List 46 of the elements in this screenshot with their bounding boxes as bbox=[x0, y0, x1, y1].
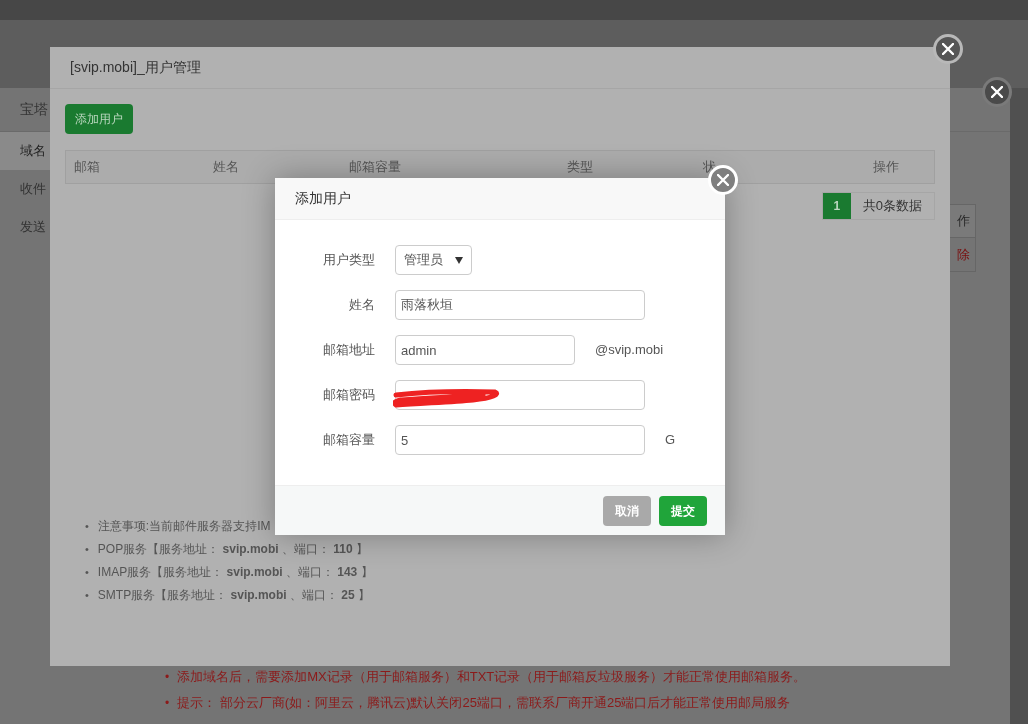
dialog-title: 添加用户 bbox=[295, 189, 351, 208]
add-user-button[interactable]: 添加用户 bbox=[65, 104, 133, 134]
sidebar-item[interactable]: 收件 bbox=[0, 170, 50, 208]
bullet: • bbox=[85, 519, 89, 534]
service-note: SMTP服务【服务地址： svip.mobi 、端口： 25 】 bbox=[97, 587, 370, 604]
sidebar-item[interactable]: 发送 bbox=[0, 208, 50, 246]
bullet: • bbox=[165, 695, 170, 711]
field-label: 邮箱密码 bbox=[322, 386, 375, 405]
field-label: 邮箱地址 bbox=[322, 341, 375, 360]
field-suffix: G bbox=[665, 431, 676, 450]
column-header: 类型 bbox=[567, 158, 594, 177]
service-note: IMAP服务【服务地址： svip.mobi 、端口： 143 】 bbox=[97, 564, 373, 581]
submit-button[interactable]: 提交 bbox=[659, 495, 707, 526]
column-header: 邮箱容量 bbox=[349, 158, 402, 177]
bullet: • bbox=[85, 542, 89, 557]
field-label: 邮箱容量 bbox=[322, 431, 375, 450]
dropdown-caret-icon bbox=[455, 256, 463, 264]
text-field[interactable]: 5 bbox=[395, 425, 645, 455]
modal-title: [svip.mobi]_用户管理 bbox=[70, 58, 201, 77]
column-header: 操作 bbox=[872, 158, 900, 177]
panel-title: 宝塔 bbox=[20, 100, 48, 119]
column-header: 姓名 bbox=[213, 158, 240, 177]
page-button[interactable]: 1 bbox=[822, 193, 851, 219]
close-icon bbox=[942, 43, 954, 55]
text-field[interactable]: admin bbox=[395, 335, 575, 365]
field-label: 用户类型 bbox=[322, 251, 375, 270]
field-label: 姓名 bbox=[348, 296, 375, 315]
bullet: • bbox=[165, 669, 170, 685]
cancel-button[interactable]: 取消 bbox=[603, 495, 651, 526]
user-type-select[interactable]: 管理员 bbox=[395, 245, 472, 275]
table-header-cell: 作 bbox=[957, 213, 970, 229]
column-header: 邮箱 bbox=[74, 158, 101, 177]
delete-link[interactable]: 除 bbox=[957, 246, 970, 263]
sidebar-item[interactable]: 域名 bbox=[0, 132, 50, 170]
service-note: 注意事项:当前邮件服务器支持IM bbox=[97, 518, 271, 535]
warning-note: 添加域名后，需要添加MX记录（用于邮箱服务）和TXT记录（用于邮箱反垃圾服务）才能正常使用邮箱服务。 bbox=[177, 668, 807, 686]
close-icon bbox=[717, 174, 729, 186]
record-count: 共0条数据 bbox=[861, 197, 923, 216]
warning-note: 提示： 部分云厂商(如：阿里云，腾讯云)默认关闭25端口，需联系厂商开通25端口后才能正常使用邮局服务 bbox=[177, 694, 791, 712]
password-field[interactable] bbox=[395, 380, 645, 410]
bullet: • bbox=[85, 565, 89, 580]
service-note: POP服务【服务地址： svip.mobi 、端口： 110 】 bbox=[97, 541, 368, 558]
bullet: • bbox=[85, 588, 89, 603]
field-suffix: @svip.mobi bbox=[595, 341, 664, 360]
close-icon bbox=[991, 86, 1003, 98]
text-field[interactable]: 雨落秋垣 bbox=[395, 290, 645, 320]
